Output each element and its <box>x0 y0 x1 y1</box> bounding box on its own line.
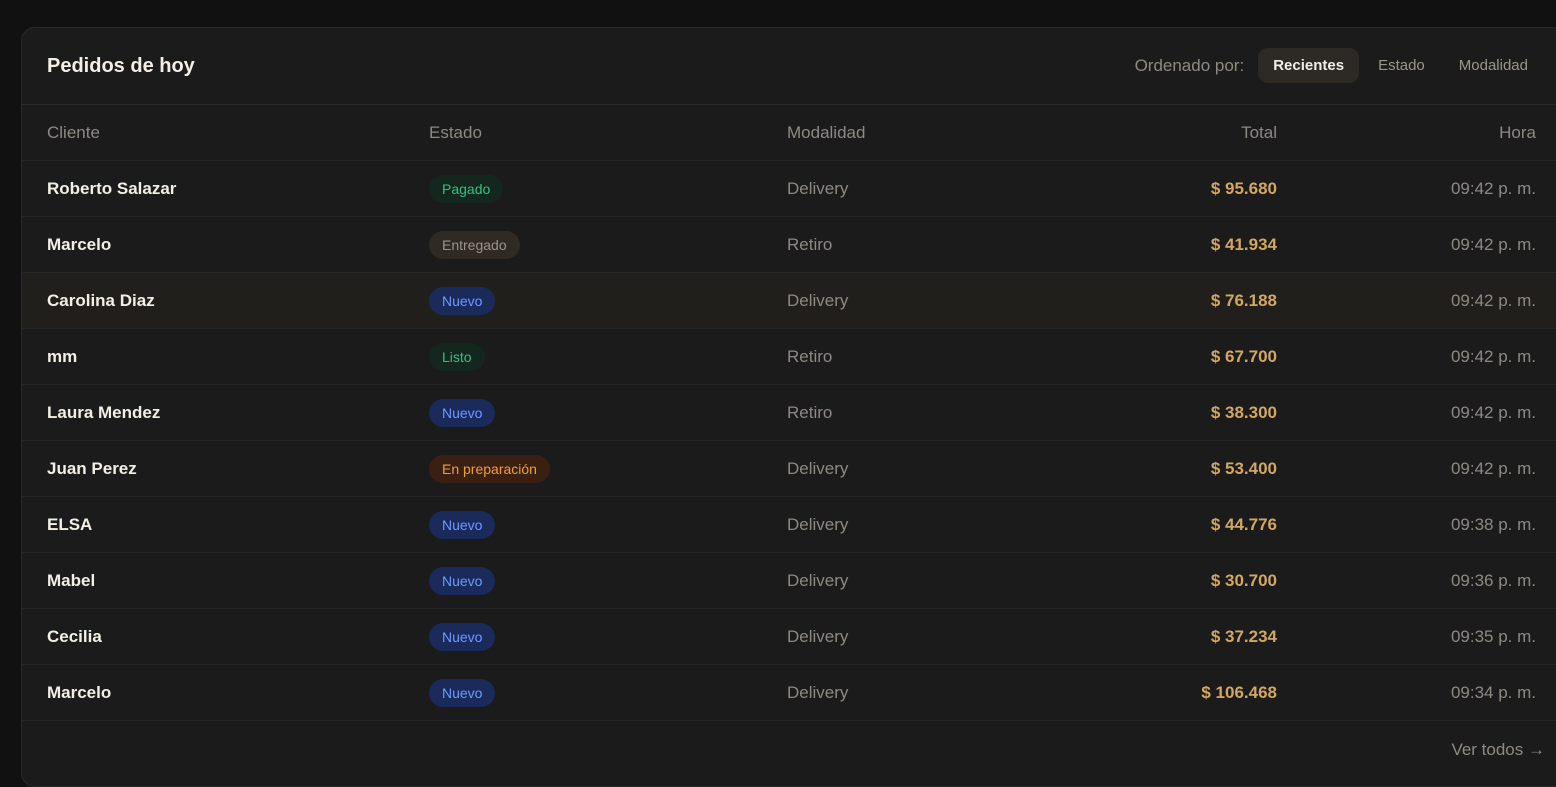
cell-cliente: Roberto Salazar <box>22 160 429 217</box>
column-header-hora: Hora <box>1277 105 1556 161</box>
cell-cliente: Marcelo <box>22 216 429 273</box>
cell-hora: 09:42 p. m. <box>1277 160 1556 217</box>
status-badge: En preparación <box>429 454 550 483</box>
status-badge: Nuevo <box>429 566 496 595</box>
cell-modalidad: Delivery <box>787 496 1087 553</box>
table-row[interactable]: Roberto Salazar Pagado Delivery $ 95.680 09:… <box>22 160 1556 217</box>
cell-estado: Nuevo <box>429 384 787 441</box>
cell-modalidad: Delivery <box>787 160 1087 217</box>
sort-label: Ordenado por: <box>1134 55 1245 75</box>
cell-cliente: Carolina Diaz <box>22 272 429 329</box>
cell-hora: 09:42 p. m. <box>1277 440 1556 497</box>
status-badge: Nuevo <box>429 622 496 651</box>
table-row[interactable]: Marcelo Entregado Retiro $ 41.934 09:42 p. m… <box>22 216 1556 273</box>
cell-cliente: Juan Perez <box>22 440 429 497</box>
table-row[interactable]: mm Listo Retiro $ 67.700 09:42 p. m. <box>22 328 1556 385</box>
table-body: Roberto Salazar Pagado Delivery $ 95.680 09:… <box>22 160 1556 721</box>
cell-hora: 09:42 p. m. <box>1277 384 1556 441</box>
status-badge: Entregado <box>429 230 520 259</box>
table-header-row: Cliente Estado Modalidad Total Hora <box>22 105 1556 161</box>
cell-cliente: ELSA <box>22 496 429 553</box>
status-badge: Nuevo <box>429 678 496 707</box>
panel-header: Pedidos de hoy Ordenado por: Recientes E… <box>22 28 1556 105</box>
cell-total: $ 95.680 <box>1087 160 1277 217</box>
cell-hora: 09:42 p. m. <box>1277 272 1556 329</box>
cell-estado: Nuevo <box>429 552 787 609</box>
sort-button-modalidad[interactable]: Modalidad <box>1444 48 1543 83</box>
cell-estado: Entregado <box>429 216 787 273</box>
cell-hora: 09:38 p. m. <box>1277 496 1556 553</box>
table-row[interactable]: ELSA Nuevo Delivery $ 44.776 09:38 p. m. <box>22 496 1556 553</box>
sort-button-estado[interactable]: Estado <box>1363 48 1440 83</box>
cell-total: $ 44.776 <box>1087 496 1277 553</box>
cell-cliente: Marcelo <box>22 664 429 721</box>
cell-hora: 09:42 p. m. <box>1277 328 1556 385</box>
table-row[interactable]: Cecilia Nuevo Delivery $ 37.234 09:35 p. m. <box>22 608 1556 665</box>
cell-hora: 09:42 p. m. <box>1277 216 1556 273</box>
cell-total: $ 76.188 <box>1087 272 1277 329</box>
cell-total: $ 53.400 <box>1087 440 1277 497</box>
cell-modalidad: Retiro <box>787 328 1087 385</box>
ver-todos-link[interactable]: Ver todos → <box>1451 740 1545 760</box>
cell-total: $ 67.700 <box>1087 328 1277 385</box>
table-row[interactable]: Carolina Diaz Nuevo Delivery $ 76.188 09:42 … <box>22 272 1556 329</box>
sort-button-recientes[interactable]: Recientes <box>1258 48 1360 83</box>
cell-total: $ 41.934 <box>1087 216 1277 273</box>
page-title: Pedidos de hoy <box>47 55 195 77</box>
cell-cliente: Mabel <box>22 552 429 609</box>
cell-modalidad: Delivery <box>787 440 1087 497</box>
status-badge: Nuevo <box>429 286 496 315</box>
table-row[interactable]: Mabel Nuevo Delivery $ 30.700 09:36 p. m. <box>22 552 1556 609</box>
column-header-modalidad: Modalidad <box>787 105 1087 161</box>
cell-hora: 09:35 p. m. <box>1277 608 1556 665</box>
cell-estado: Nuevo <box>429 272 787 329</box>
cell-hora: 09:34 p. m. <box>1277 664 1556 721</box>
cell-estado: Nuevo <box>429 664 787 721</box>
column-header-estado: Estado <box>429 105 787 161</box>
cell-estado: Pagado <box>429 160 787 217</box>
table-row[interactable]: Laura Mendez Nuevo Retiro $ 38.300 09:42 p. … <box>22 384 1556 441</box>
cell-total: $ 30.700 <box>1087 552 1277 609</box>
table-row[interactable]: Marcelo Nuevo Delivery $ 106.468 09:34 p. m. <box>22 664 1556 721</box>
status-badge: Listo <box>429 342 485 371</box>
cell-total: $ 106.468 <box>1087 664 1277 721</box>
orders-table: Cliente Estado Modalidad Total Hora Robe… <box>22 105 1556 721</box>
status-badge: Nuevo <box>429 510 496 539</box>
status-badge: Pagado <box>429 174 504 203</box>
column-header-cliente: Cliente <box>22 105 429 161</box>
cell-modalidad: Retiro <box>787 216 1087 273</box>
status-badge: Nuevo <box>429 398 496 427</box>
sort-controls: Ordenado por: Recientes Estado Modalidad <box>1135 48 1543 83</box>
cell-modalidad: Delivery <box>787 664 1087 721</box>
cell-modalidad: Delivery <box>787 552 1087 609</box>
cell-modalidad: Retiro <box>787 384 1087 441</box>
cell-estado: En preparación <box>429 440 787 497</box>
cell-cliente: Laura Mendez <box>22 384 429 441</box>
cell-cliente: Cecilia <box>22 608 429 665</box>
cell-cliente: mm <box>22 328 429 385</box>
table-row[interactable]: Juan Perez En preparación Delivery $ 53.400… <box>22 440 1556 497</box>
cell-estado: Nuevo <box>429 496 787 553</box>
cell-total: $ 37.234 <box>1087 608 1277 665</box>
column-header-total: Total <box>1087 105 1277 161</box>
cell-modalidad: Delivery <box>787 272 1087 329</box>
orders-panel: Pedidos de hoy Ordenado por: Recientes E… <box>21 27 1556 787</box>
cell-modalidad: Delivery <box>787 608 1087 665</box>
cell-hora: 09:36 p. m. <box>1277 552 1556 609</box>
cell-estado: Nuevo <box>429 608 787 665</box>
cell-estado: Listo <box>429 328 787 385</box>
cell-total: $ 38.300 <box>1087 384 1277 441</box>
